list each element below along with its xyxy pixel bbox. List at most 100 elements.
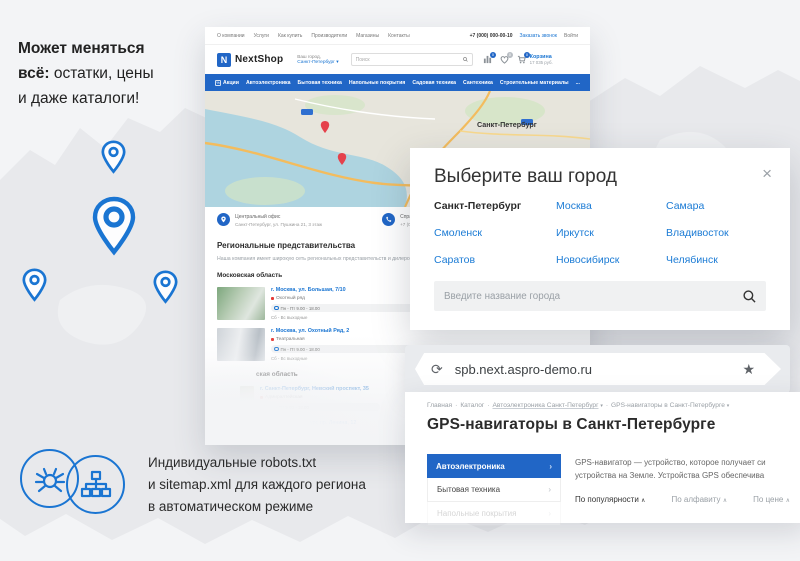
- metro-icon: [271, 338, 274, 341]
- breadcrumb-gps[interactable]: GPS-навигаторы в Санкт-Петербурге: [611, 402, 725, 409]
- seo-feature-text: Индивидуальные robots.txt и sitemap.xml …: [148, 455, 366, 514]
- phone-icon: [382, 213, 396, 226]
- city-option-vladivostok[interactable]: Владивосток: [666, 227, 729, 239]
- cart-icon[interactable]: 0: [517, 52, 530, 64]
- search-icon: [462, 57, 468, 62]
- topbar-phone: +7 (000) 000-00-10: [469, 32, 513, 39]
- main-nav: % Акции Автоэлектроника Бытовая техника Н…: [205, 74, 590, 91]
- sitemap-circle: [66, 455, 125, 514]
- cart-total: 17 035 руб.: [529, 59, 553, 65]
- chevron-down-icon[interactable]: ▾: [600, 403, 603, 409]
- browser-url-bar: ⟳ spb.next.aspro-demo.ru ★: [405, 345, 790, 393]
- city-option-smolensk[interactable]: Смоленск: [434, 227, 482, 239]
- caret-up-icon: ∧: [785, 498, 791, 504]
- breadcrumb-catalog[interactable]: Каталог: [460, 402, 484, 409]
- office-photo: [240, 386, 254, 405]
- sort-bar: По популярности ∧ По алфавиту ∧ По цене …: [575, 495, 790, 504]
- map-city-label: Санкт-Петербург: [477, 120, 537, 129]
- office-address-link[interactable]: г. Москва, ул. Охотный Ряд, 2: [271, 328, 421, 334]
- city-option-irkutsk[interactable]: Иркутск: [556, 227, 594, 239]
- map-pin-icon: [22, 268, 47, 302]
- nextshop-logo-text[interactable]: NextShop: [235, 54, 283, 65]
- header-search-input[interactable]: Поиск: [350, 53, 473, 66]
- pin-icon: [217, 213, 230, 226]
- nav-item-building[interactable]: Строительные материалы: [500, 80, 569, 86]
- gps-page-card: Главная · Каталог · Автоэлектроника Санкт-Пе…: [405, 392, 800, 526]
- office-metro: Охотный ряд: [276, 296, 305, 301]
- address-bar[interactable]: ⟳ spb.next.aspro-demo.ru ★: [415, 353, 781, 385]
- map-pin-large-icon: [92, 196, 136, 256]
- office-photo: [217, 287, 265, 320]
- breadcrumb: Главная · Каталог · Автоэлектроника Санкт-Пе…: [427, 402, 730, 409]
- catalog-side-menu: Автоэлектроника › Бытовая техника › Наполь…: [427, 454, 561, 526]
- nav-item-appliances[interactable]: Бытовая техника: [298, 80, 342, 86]
- nav-item-plumbing[interactable]: Сантехника: [463, 80, 493, 86]
- map-pin-icon: [101, 140, 126, 174]
- breadcrumb-home[interactable]: Главная: [427, 402, 452, 409]
- sort-alphabet[interactable]: По алфавиту ∧: [671, 495, 727, 504]
- clock-icon: [263, 404, 268, 410]
- city-option-chelyabinsk[interactable]: Челябинск: [666, 254, 718, 266]
- url-text[interactable]: spb.next.aspro-demo.ru: [455, 362, 743, 377]
- topbar-link-services[interactable]: Услуги: [254, 33, 269, 39]
- office-metro: Театральная: [276, 337, 305, 342]
- office-address-link[interactable]: г. Москва, ул. Большая, 7/10: [271, 287, 421, 293]
- office-closed: Выходной: [260, 414, 281, 419]
- chevron-down-icon[interactable]: ▾: [727, 403, 730, 409]
- city-option-saratov[interactable]: Саратов: [434, 254, 475, 266]
- nav-item-sales[interactable]: % Акции: [215, 79, 239, 86]
- office-address-link[interactable]: г. Санкт-Петербург, Невский проспект, 35: [260, 386, 380, 392]
- topbar-link-howtobuy[interactable]: Как купить: [278, 33, 302, 39]
- site-topbar: О компании Услуги Как купить Производите…: [205, 27, 590, 45]
- refresh-icon[interactable]: ⟳: [431, 361, 443, 378]
- site-header: N NextShop Ваш город, Санкт-Петербург ▾ …: [205, 45, 590, 74]
- cart-badge: 0: [524, 52, 530, 58]
- search-icon[interactable]: [743, 289, 756, 303]
- contact-office-title: Центральный офис: [235, 214, 281, 220]
- sort-price[interactable]: По цене ∧: [753, 495, 790, 504]
- caret-up-icon: ∧: [641, 498, 646, 504]
- compare-icon[interactable]: 0: [483, 52, 496, 64]
- search-placeholder: Поиск: [355, 56, 370, 63]
- nav-item-flooring[interactable]: Напольные покрытия: [349, 80, 405, 86]
- nextshop-logo-icon[interactable]: N: [217, 52, 231, 67]
- office-address-link[interactable]: ург, пр. Ленина, 12: [310, 420, 356, 426]
- topbar-link-brands[interactable]: Производители: [311, 33, 347, 39]
- favorites-icon[interactable]: 0: [500, 52, 513, 64]
- office-photo: [217, 328, 265, 361]
- category-description: GPS-навигатор — устройство, которое полу…: [575, 458, 766, 480]
- office-hours: Пн - Пт 9.00 - 18.00: [280, 346, 320, 352]
- login-link[interactable]: Войти: [564, 33, 578, 39]
- topbar-link-about[interactable]: О компании: [217, 33, 245, 39]
- chevron-right-icon: ›: [548, 485, 551, 494]
- callback-link[interactable]: Заказать звонок: [520, 33, 557, 39]
- bookmark-star-icon[interactable]: ★: [742, 361, 755, 378]
- tagline-line2-rest: остатки, цены: [49, 65, 154, 82]
- city-option-samara[interactable]: Самара: [666, 200, 704, 212]
- menu-item-appliances[interactable]: Бытовая техника ›: [427, 478, 561, 502]
- cart-link[interactable]: Корзина: [530, 54, 553, 60]
- compare-badge: 0: [490, 52, 496, 58]
- nav-item-more[interactable]: ...: [576, 80, 580, 86]
- menu-item-flooring[interactable]: Напольные покрытия ›: [427, 502, 561, 526]
- spider-icon: [34, 467, 65, 492]
- nav-item-garden[interactable]: Садовая техника: [412, 80, 456, 86]
- city-search-field[interactable]: [434, 281, 766, 311]
- city-selector[interactable]: Санкт-Петербург ▾: [297, 60, 338, 66]
- breadcrumb-autoelectronics[interactable]: Автоэлектроника Санкт-Петербург: [493, 402, 599, 409]
- tagline: Может меняться всё: остатки, цены и даже…: [18, 36, 154, 111]
- city-search-input[interactable]: [444, 290, 743, 302]
- topbar-link-stores[interactable]: Магазины: [356, 33, 379, 39]
- city-option-novosibirsk[interactable]: Новосибирск: [556, 254, 619, 266]
- caret-up-icon: ∧: [722, 498, 728, 504]
- topbar-link-contacts[interactable]: Контакты: [388, 33, 410, 39]
- metro-icon: [260, 396, 263, 399]
- close-icon[interactable]: ×: [762, 164, 772, 184]
- sort-popularity[interactable]: По популярности ∧: [575, 495, 645, 504]
- city-option-spb[interactable]: Санкт-Петербург: [434, 200, 521, 212]
- menu-item-autoelectronics[interactable]: Автоэлектроника ›: [427, 454, 561, 478]
- office-closed: Сб - Вс выходные: [271, 356, 308, 361]
- nav-item-autoelectronics[interactable]: Автоэлектроника: [246, 80, 291, 86]
- chevron-right-icon: ›: [549, 461, 552, 471]
- city-option-moscow[interactable]: Москва: [556, 200, 592, 212]
